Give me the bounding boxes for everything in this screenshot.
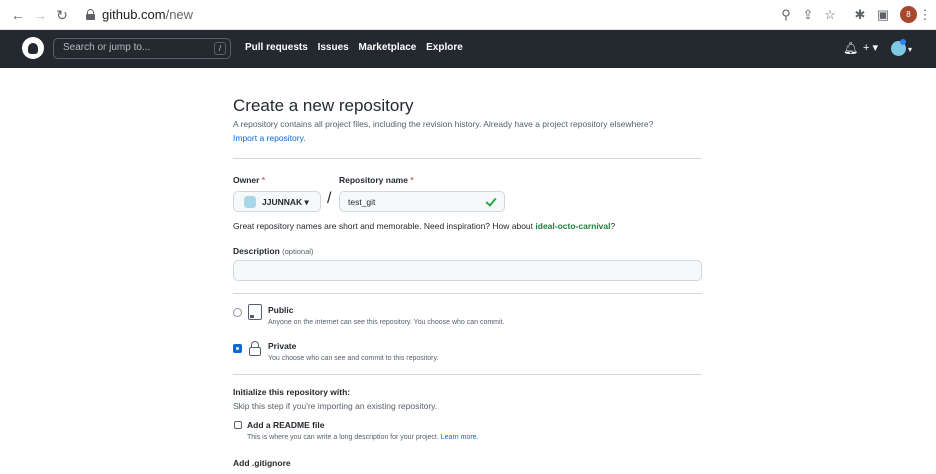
description-label: Description (optional)	[233, 246, 314, 256]
share-icon[interactable]: ⇪	[798, 5, 818, 25]
browser-toolbar: ← → ↻ github.com/new ⚲ ⇪ ☆ ✱ ▣ 8 ⋮	[0, 0, 936, 30]
browser-profile-avatar[interactable]: 8	[900, 6, 917, 23]
repository-name-label: Repository name *	[339, 175, 414, 185]
public-option-title: Public	[268, 305, 294, 315]
browser-menu-icon[interactable]: ⋮	[918, 5, 932, 25]
description-input[interactable]	[233, 260, 702, 281]
repository-name-input[interactable]	[339, 191, 505, 212]
nav-marketplace[interactable]: Marketplace	[359, 42, 417, 53]
extensions-icon[interactable]: ✱	[850, 5, 870, 25]
repo-book-icon	[248, 304, 262, 320]
search-input[interactable]: Search or jump to... /	[53, 38, 231, 59]
address-bar[interactable]: github.com/new	[78, 3, 898, 27]
owner-dropdown[interactable]: JJUNNAK ▾	[233, 191, 321, 212]
public-radio[interactable]	[233, 308, 242, 317]
search-placeholder: Search or jump to...	[63, 42, 151, 53]
lock-icon[interactable]	[86, 9, 95, 20]
name-suggestion-hint: Great repository names are short and mem…	[233, 221, 616, 231]
url-text: github.com/new	[102, 7, 194, 22]
create-new-dropdown[interactable]: + ▾	[863, 40, 878, 56]
page-title: Create a new repository	[233, 96, 414, 115]
initialize-title: Initialize this repository with:	[233, 387, 351, 397]
notifications-bell-icon[interactable]: 🔔︎	[843, 40, 858, 56]
forward-arrow-icon[interactable]: →	[30, 5, 50, 25]
owner-repo-separator: /	[327, 190, 332, 207]
gitignore-label: Add .gitignore	[233, 458, 291, 468]
private-option-title: Private	[268, 341, 297, 351]
divider	[233, 374, 702, 375]
suggested-name-link[interactable]: ideal-octo-carnival	[535, 221, 610, 231]
side-panel-icon[interactable]: ▣	[873, 5, 893, 25]
learn-more-link[interactable]: Learn more.	[441, 434, 479, 441]
readme-checkbox[interactable]	[234, 421, 242, 429]
checkmark-icon	[486, 195, 498, 207]
owner-label: Owner *	[233, 175, 266, 185]
divider	[233, 293, 702, 294]
back-arrow-icon[interactable]: ←	[8, 5, 28, 25]
readme-label[interactable]: Add a README file	[247, 420, 324, 430]
private-option-description: You choose who can see and commit to thi…	[268, 355, 439, 362]
owner-avatar	[244, 196, 256, 208]
reload-icon[interactable]: ↻	[52, 5, 72, 25]
user-avatar[interactable]	[891, 39, 906, 56]
header-nav: Pull requests Issues Marketplace Explore	[245, 42, 470, 53]
import-repository-link[interactable]: Import a repository.	[233, 133, 306, 143]
nav-issues[interactable]: Issues	[318, 42, 349, 53]
github-header: Search or jump to... / Pull requests Iss…	[0, 30, 936, 68]
page-subtitle: A repository contains all project files,…	[233, 119, 654, 129]
readme-description: This is where you can write a long descr…	[247, 434, 479, 441]
private-radio[interactable]	[233, 344, 242, 353]
padlock-icon	[248, 341, 262, 357]
public-option-description: Anyone on the internet can see this repo…	[268, 319, 505, 326]
github-logo-icon[interactable]	[22, 37, 44, 59]
avatar-caret-icon[interactable]: ▾	[908, 42, 912, 58]
nav-pull-requests[interactable]: Pull requests	[245, 42, 308, 53]
nav-explore[interactable]: Explore	[426, 42, 463, 53]
zoom-icon[interactable]: ⚲	[776, 5, 796, 25]
divider	[233, 158, 702, 159]
search-shortcut-key: /	[214, 42, 226, 55]
initialize-subtitle: Skip this step if you're importing an ex…	[233, 401, 438, 411]
owner-value: JJUNNAK ▾	[262, 197, 309, 207]
bookmark-star-icon[interactable]: ☆	[820, 5, 840, 25]
